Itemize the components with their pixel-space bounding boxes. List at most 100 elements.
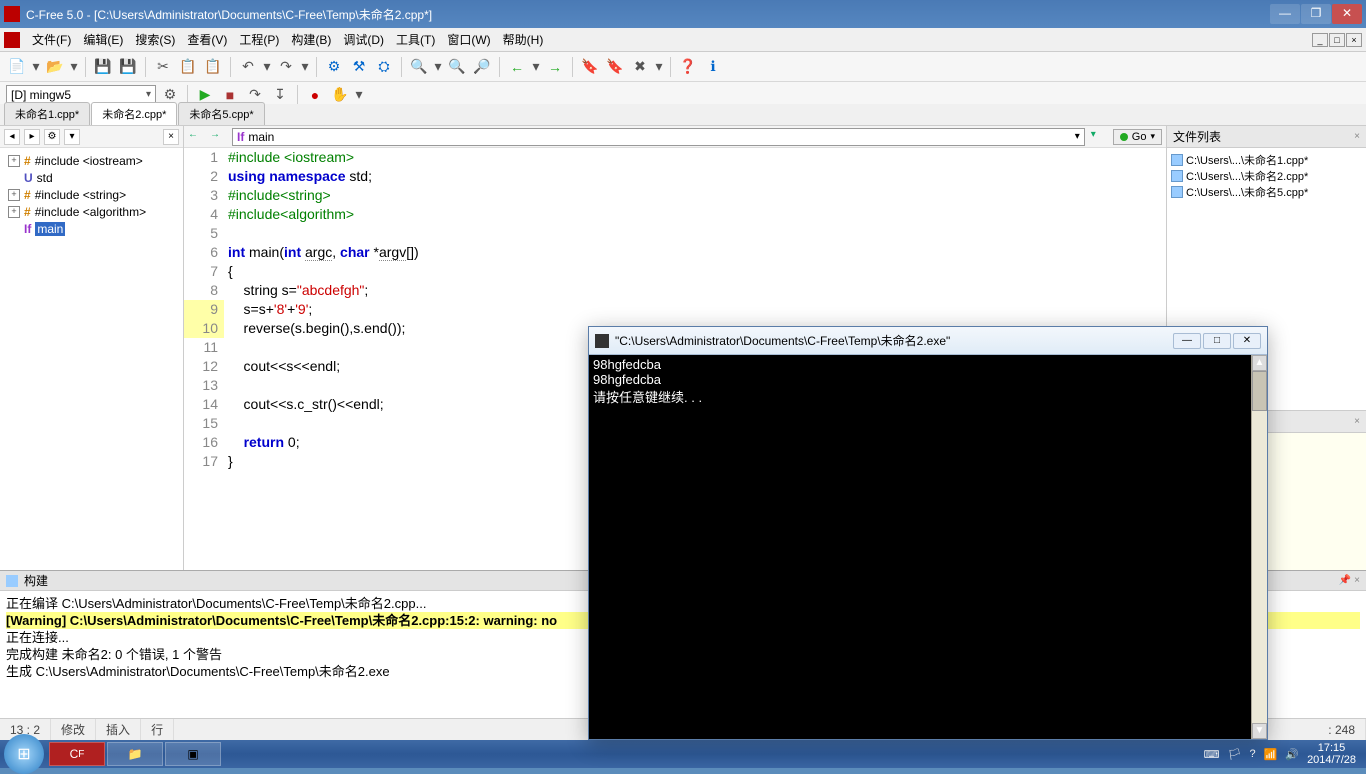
task-console[interactable]: ▣ <box>165 742 221 766</box>
menu-window[interactable]: 窗口(W) <box>441 28 496 51</box>
file-list-title: 文件列表 <box>1173 128 1221 145</box>
find-dropdown-icon[interactable]: ▾ <box>433 56 443 78</box>
start-button[interactable]: ⊞ <box>4 734 44 774</box>
console-body[interactable]: 98hgfedcba 98hgfedcba 请按任意键继续. . . ▲ ▼ <box>589 355 1267 739</box>
menu-debug[interactable]: 调试(D) <box>337 28 390 51</box>
console-scrollbar[interactable]: ▲ ▼ <box>1251 355 1267 739</box>
menu-help[interactable]: 帮助(H) <box>497 28 550 51</box>
symbol-include-iostream[interactable]: +##include <iostream> <box>4 152 179 169</box>
mdi-restore-button[interactable]: □ <box>1329 33 1345 47</box>
menu-view[interactable]: 查看(V) <box>181 28 233 51</box>
panel-dropdown-icon[interactable]: ▾ <box>64 129 80 145</box>
file-icon <box>1171 154 1183 166</box>
undo-icon[interactable]: ↶ <box>237 56 259 78</box>
hand-icon[interactable]: ✋ <box>329 84 351 106</box>
symbol-include-algorithm[interactable]: +##include <algorithm> <box>4 203 179 220</box>
rebuild-icon[interactable]: ⛭ <box>373 56 395 78</box>
menu-project[interactable]: 工程(P) <box>233 28 285 51</box>
symbol-main[interactable]: Ifmain <box>4 220 179 237</box>
close-button[interactable]: ✕ <box>1332 4 1362 24</box>
task-explorer[interactable]: 📁 <box>107 742 163 766</box>
bookmark-icon[interactable]: 🔖 <box>579 56 601 78</box>
mdi-close-button[interactable]: × <box>1346 33 1362 47</box>
menu-tools[interactable]: 工具(T) <box>390 28 441 51</box>
nav-back-icon[interactable]: ← <box>188 129 204 145</box>
panel-nav-right-icon[interactable]: ▸ <box>24 129 40 145</box>
scroll-thumb[interactable] <box>1252 371 1267 411</box>
tray-sound-icon[interactable]: 🔊 <box>1285 748 1299 761</box>
back-dropdown-icon[interactable]: ▾ <box>531 56 541 78</box>
help-icon[interactable]: ❓ <box>677 56 699 78</box>
file-list-item-2[interactable]: C:\Users\...\未命名2.cpp* <box>1171 168 1362 184</box>
nav-dropdown-icon[interactable]: ▾ <box>1091 129 1107 145</box>
new-file-icon[interactable]: 📄 <box>6 56 28 78</box>
undo-dropdown-icon[interactable]: ▾ <box>262 56 272 78</box>
save-icon[interactable]: 💾 <box>92 56 114 78</box>
maximize-button[interactable]: ❐ <box>1301 4 1331 24</box>
tray-network-icon[interactable]: 📶 <box>1264 748 1278 761</box>
func-icon: If <box>237 130 244 144</box>
tab-file-2[interactable]: 未命名2.cpp* <box>91 102 177 125</box>
copy-icon[interactable]: 📋 <box>177 56 199 78</box>
class-panel-close-icon[interactable]: × <box>1354 416 1360 427</box>
console-close-button[interactable]: ✕ <box>1233 333 1261 349</box>
window-title: C-Free 5.0 - [C:\Users\Administrator\Doc… <box>26 6 432 23</box>
function-combo[interactable]: Ifmain <box>232 128 1085 146</box>
open-file-icon[interactable]: 📂 <box>44 56 66 78</box>
file-list-item-1[interactable]: C:\Users\...\未命名1.cpp* <box>1171 152 1362 168</box>
breakpoint-icon[interactable]: ● <box>304 84 326 106</box>
save-all-icon[interactable]: 💾 <box>117 56 139 78</box>
console-minimize-button[interactable]: — <box>1173 333 1201 349</box>
tray-ime-icon[interactable]: ⌨ <box>1204 748 1220 761</box>
go-button[interactable]: Go▾ <box>1113 129 1162 145</box>
symbol-include-string[interactable]: +##include <string> <box>4 186 179 203</box>
redo-dropdown-icon[interactable]: ▾ <box>300 56 310 78</box>
file-list-item-3[interactable]: C:\Users\...\未命名5.cpp* <box>1171 184 1362 200</box>
file-list-close-icon[interactable]: × <box>1354 131 1360 142</box>
file-icon <box>1171 186 1183 198</box>
tab-file-1[interactable]: 未命名1.cpp* <box>4 102 90 125</box>
bookmark-dropdown-icon[interactable]: ▾ <box>654 56 664 78</box>
find-next-icon[interactable]: 🔍 <box>446 56 468 78</box>
tray-help-icon[interactable]: ? <box>1250 748 1256 760</box>
paste-icon[interactable]: 📋 <box>202 56 224 78</box>
build-icon[interactable]: ⚒ <box>348 56 370 78</box>
panel-settings-icon[interactable]: ⚙ <box>44 129 60 145</box>
step-into-icon[interactable]: ↧ <box>269 84 291 106</box>
panel-nav-left-icon[interactable]: ◂ <box>4 129 20 145</box>
tab-file-3[interactable]: 未命名5.cpp* <box>178 102 264 125</box>
console-app-icon <box>595 334 609 348</box>
forward-icon[interactable]: → <box>544 56 566 78</box>
bookmark-del-icon[interactable]: ✖ <box>629 56 651 78</box>
new-dropdown-icon[interactable]: ▾ <box>31 56 41 78</box>
menu-file[interactable]: 文件(F) <box>26 28 77 51</box>
bookmark-next-icon[interactable]: 🔖 <box>604 56 626 78</box>
panel-close-icon[interactable]: × <box>163 129 179 145</box>
compile-icon[interactable]: ⚙ <box>323 56 345 78</box>
find-prev-icon[interactable]: 🔎 <box>471 56 493 78</box>
console-window[interactable]: "C:\Users\Administrator\Documents\C-Free… <box>588 326 1268 740</box>
open-dropdown-icon[interactable]: ▾ <box>69 56 79 78</box>
mdi-minimize-button[interactable]: _ <box>1312 33 1328 47</box>
about-icon[interactable]: ℹ <box>702 56 724 78</box>
scroll-up-icon[interactable]: ▲ <box>1252 355 1267 371</box>
menu-build[interactable]: 构建(B) <box>285 28 337 51</box>
console-maximize-button[interactable]: □ <box>1203 333 1231 349</box>
status-right: : 248 <box>1318 719 1366 740</box>
tray-flag-icon[interactable]: 🏳 <box>1228 748 1242 761</box>
scroll-down-icon[interactable]: ▼ <box>1252 723 1267 739</box>
cut-icon[interactable]: ✂ <box>152 56 174 78</box>
tray-clock[interactable]: 17:15 2014/7/28 <box>1307 742 1356 766</box>
build-pin-icon[interactable]: 📌 × <box>1339 575 1360 586</box>
back-icon[interactable]: ← <box>506 56 528 78</box>
redo-icon[interactable]: ↷ <box>275 56 297 78</box>
menu-search[interactable]: 搜索(S) <box>129 28 181 51</box>
hand-dropdown-icon[interactable]: ▾ <box>354 84 364 106</box>
menu-edit[interactable]: 编辑(E) <box>77 28 129 51</box>
console-title-bar[interactable]: "C:\Users\Administrator\Documents\C-Free… <box>589 327 1267 355</box>
task-cfree[interactable]: CF <box>49 742 105 766</box>
symbol-std[interactable]: Ustd <box>4 169 179 186</box>
nav-forward-icon[interactable]: → <box>210 129 226 145</box>
find-icon[interactable]: 🔍 <box>408 56 430 78</box>
minimize-button[interactable]: — <box>1270 4 1300 24</box>
